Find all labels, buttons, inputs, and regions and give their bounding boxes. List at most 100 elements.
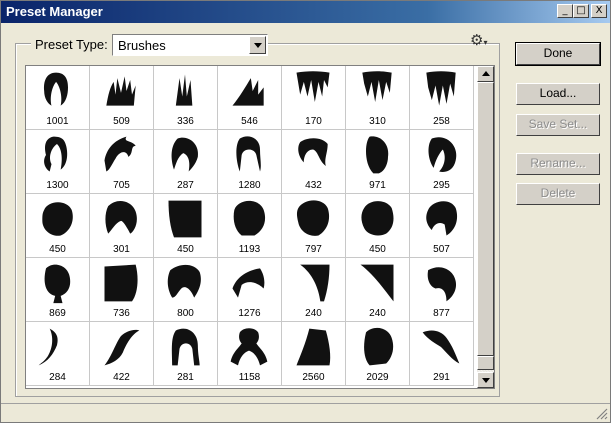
hair-brush-thumbnail-icon <box>44 136 68 172</box>
preset-type-value: Brushes <box>118 38 166 53</box>
brush-size-label: 797 <box>305 244 322 255</box>
brush-preset-item[interactable]: 1276 <box>218 258 282 322</box>
rename-button[interactable]: Rename... <box>516 153 600 175</box>
brush-size-label: 450 <box>177 244 194 255</box>
vertical-scrollbar[interactable] <box>477 66 494 388</box>
brush-preset-item[interactable]: 1001 <box>26 66 90 130</box>
brush-preset-item[interactable]: 509 <box>90 66 154 130</box>
brush-preset-item[interactable]: 869 <box>26 258 90 322</box>
brush-size-label: 284 <box>49 372 66 383</box>
hair-brush-thumbnail-icon <box>233 200 266 236</box>
brush-size-label: 736 <box>113 308 130 319</box>
brush-size-label: 2029 <box>366 372 389 383</box>
resize-grip-icon[interactable] <box>594 406 608 420</box>
hair-brush-thumbnail-icon <box>232 268 265 298</box>
brush-size-label: 1158 <box>238 372 261 383</box>
brush-preset-item[interactable]: 2029 <box>346 322 410 386</box>
hair-brush-thumbnail-icon <box>104 264 138 302</box>
close-button[interactable]: X <box>591 4 607 18</box>
brush-size-label: 2560 <box>302 372 325 383</box>
scroll-up-button[interactable] <box>477 66 494 82</box>
hair-brush-thumbnail-icon <box>104 136 136 172</box>
brush-preset-item[interactable]: 240 <box>346 258 410 322</box>
brush-preset-item[interactable]: 1280 <box>218 130 282 194</box>
hair-brush-thumbnail-icon <box>426 71 456 106</box>
brush-size-label: 422 <box>113 372 130 383</box>
hair-brush-thumbnail-icon <box>171 137 199 172</box>
brush-preset-item[interactable]: 971 <box>346 130 410 194</box>
brush-size-label: 1280 <box>238 180 261 191</box>
hair-brush-thumbnail-icon <box>360 264 394 302</box>
brush-preset-item[interactable]: 800 <box>154 258 218 322</box>
brush-size-label: 258 <box>433 116 450 127</box>
hair-brush-thumbnail-icon <box>171 328 200 366</box>
chevron-down-icon[interactable] <box>249 36 266 54</box>
done-button[interactable]: Done <box>515 42 601 66</box>
gear-icon[interactable]: ⚙▾ <box>470 31 487 49</box>
brush-preset-item[interactable]: 310 <box>346 66 410 130</box>
load-button[interactable]: Load... <box>516 83 600 105</box>
brush-preset-item[interactable]: 281 <box>154 322 218 386</box>
brush-preset-item[interactable]: 2560 <box>282 322 346 386</box>
title-bar[interactable]: Preset Manager _ □ X <box>1 1 610 23</box>
scrollbar-thumb[interactable] <box>477 356 494 370</box>
brush-preset-item[interactable]: 1193 <box>218 194 282 258</box>
hair-brush-thumbnail-icon <box>236 136 261 172</box>
brush-size-label: 240 <box>369 308 386 319</box>
brush-preset-item[interactable]: 450 <box>26 194 90 258</box>
brush-preset-grid: 1001 509 336 546 170 310 258 1300 705 287 1280 432 9… <box>25 65 495 389</box>
brush-size-label: 301 <box>113 244 130 255</box>
hair-brush-thumbnail-icon <box>428 137 457 172</box>
hair-brush-thumbnail-icon <box>38 328 58 366</box>
brush-preset-item[interactable]: 422 <box>90 322 154 386</box>
brush-size-label: 546 <box>241 116 258 127</box>
hair-brush-thumbnail-icon <box>232 78 264 106</box>
brush-preset-item[interactable]: 450 <box>346 194 410 258</box>
maximize-button[interactable]: □ <box>573 4 589 18</box>
hair-brush-thumbnail-icon <box>42 202 73 236</box>
brush-preset-item[interactable]: 170 <box>282 66 346 130</box>
brush-preset-item[interactable]: 284 <box>26 322 90 386</box>
hair-brush-thumbnail-icon <box>361 201 394 236</box>
brush-preset-item[interactable]: 295 <box>410 130 474 194</box>
brush-preset-item[interactable]: 546 <box>218 66 282 130</box>
preset-type-select[interactable]: Brushes <box>112 34 268 56</box>
brush-preset-item[interactable]: 432 <box>282 130 346 194</box>
brush-size-label: 1276 <box>238 308 261 319</box>
preset-type-label: Preset Type: <box>31 37 112 52</box>
brush-preset-item[interactable]: 258 <box>410 66 474 130</box>
brush-size-label: 1001 <box>46 116 69 127</box>
brush-preset-item[interactable]: 507 <box>410 194 474 258</box>
save-set-button[interactable]: Save Set... <box>516 114 600 136</box>
brush-preset-item[interactable]: 705 <box>90 130 154 194</box>
brush-preset-item[interactable]: 736 <box>90 258 154 322</box>
brush-preset-item[interactable]: 287 <box>154 130 218 194</box>
brush-size-label: 310 <box>369 116 386 127</box>
brush-preset-item[interactable]: 877 <box>410 258 474 322</box>
brush-preset-item[interactable]: 450 <box>154 194 218 258</box>
brush-preset-item[interactable]: 797 <box>282 194 346 258</box>
hair-brush-thumbnail-icon <box>168 200 202 238</box>
minimize-button[interactable]: _ <box>557 4 573 18</box>
brush-preset-item[interactable]: 1300 <box>26 130 90 194</box>
brush-preset-item[interactable]: 291 <box>410 322 474 386</box>
hair-brush-thumbnail-icon <box>296 328 331 366</box>
brush-size-label: 170 <box>305 116 322 127</box>
hair-brush-thumbnail-icon <box>422 330 460 364</box>
delete-button[interactable]: Delete <box>516 183 600 205</box>
brush-preset-item[interactable]: 1158 <box>218 322 282 386</box>
brush-preset-item[interactable]: 301 <box>90 194 154 258</box>
hair-brush-thumbnail-icon <box>300 264 330 302</box>
brush-size-label: 295 <box>433 180 450 191</box>
hair-brush-thumbnail-icon <box>427 267 457 302</box>
brush-preset-item[interactable]: 336 <box>154 66 218 130</box>
hair-brush-thumbnail-icon <box>106 76 136 106</box>
scroll-down-button[interactable] <box>477 372 494 388</box>
brush-size-label: 877 <box>433 308 450 319</box>
hair-brush-thumbnail-icon <box>296 71 330 102</box>
scrollbar-track[interactable] <box>477 82 494 356</box>
hair-brush-thumbnail-icon <box>105 200 137 234</box>
hair-brush-thumbnail-icon <box>426 201 458 236</box>
brush-size-label: 800 <box>177 308 194 319</box>
brush-preset-item[interactable]: 240 <box>282 258 346 322</box>
